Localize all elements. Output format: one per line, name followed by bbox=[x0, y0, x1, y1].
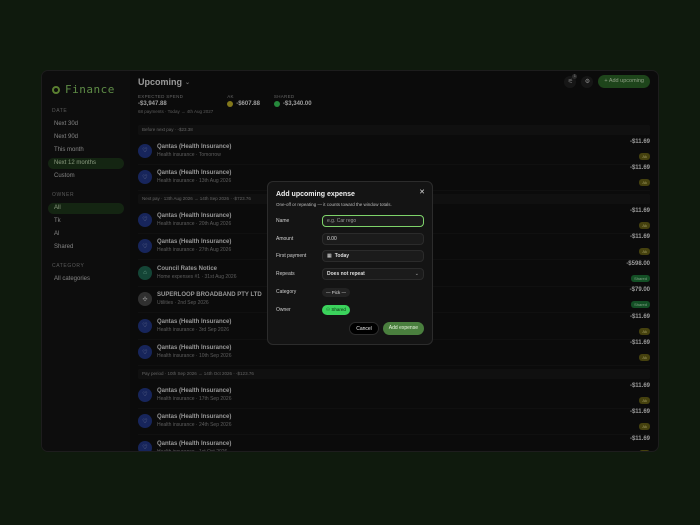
repeats-row: Repeats Does not repeat ⌄ bbox=[276, 265, 424, 283]
repeats-select[interactable]: Does not repeat ⌄ bbox=[322, 268, 424, 281]
name-placeholder: e.g. Car rego bbox=[327, 217, 357, 224]
cancel-button[interactable]: Cancel bbox=[349, 322, 379, 335]
owner-label: Owner bbox=[276, 306, 291, 313]
modal-form: Name e.g. Car rego Amount 0.00 First pay… bbox=[276, 212, 424, 319]
category-picker[interactable]: — Pick — bbox=[322, 287, 351, 297]
name-row: Name e.g. Car rego bbox=[276, 212, 424, 230]
repeats-label: Repeats bbox=[276, 271, 295, 278]
calendar-icon: ▦ bbox=[327, 253, 332, 260]
amount-row: Amount 0.00 bbox=[276, 230, 424, 248]
owner-row: Owner ⚇ Shared bbox=[276, 301, 424, 319]
first-payment-value: Today bbox=[334, 253, 350, 260]
name-field[interactable]: e.g. Car rego bbox=[322, 214, 424, 227]
first-payment-field[interactable]: ▦ Today bbox=[322, 250, 424, 263]
first-payment-row: First payment ▦ Today bbox=[276, 248, 424, 266]
modal-actions: Cancel Add expense bbox=[349, 322, 424, 335]
modal-subtitle: One-off or repeating — it counts toward … bbox=[276, 202, 392, 207]
amount-label: Amount bbox=[276, 235, 294, 242]
category-row: Category — Pick — bbox=[276, 283, 424, 301]
owner-value: Shared bbox=[331, 306, 346, 312]
chevron-down-icon: ⌄ bbox=[414, 271, 419, 278]
amount-value: 0.00 bbox=[327, 235, 337, 242]
first-payment-label: First payment bbox=[276, 253, 307, 260]
add-expense-modal: Add upcoming expense ✕ One-off or repeat… bbox=[267, 181, 433, 345]
people-icon: ⚇ bbox=[326, 306, 331, 312]
amount-field[interactable]: 0.00 bbox=[322, 232, 424, 245]
owner-shared-chip[interactable]: ⚇ Shared bbox=[322, 304, 350, 315]
close-icon[interactable]: ✕ bbox=[419, 188, 425, 196]
modal-title: Add upcoming expense bbox=[276, 191, 355, 198]
category-label: Category bbox=[276, 289, 297, 296]
name-label: Name bbox=[276, 217, 290, 224]
add-expense-button[interactable]: Add expense bbox=[382, 322, 424, 335]
repeats-value: Does not repeat bbox=[327, 271, 365, 278]
